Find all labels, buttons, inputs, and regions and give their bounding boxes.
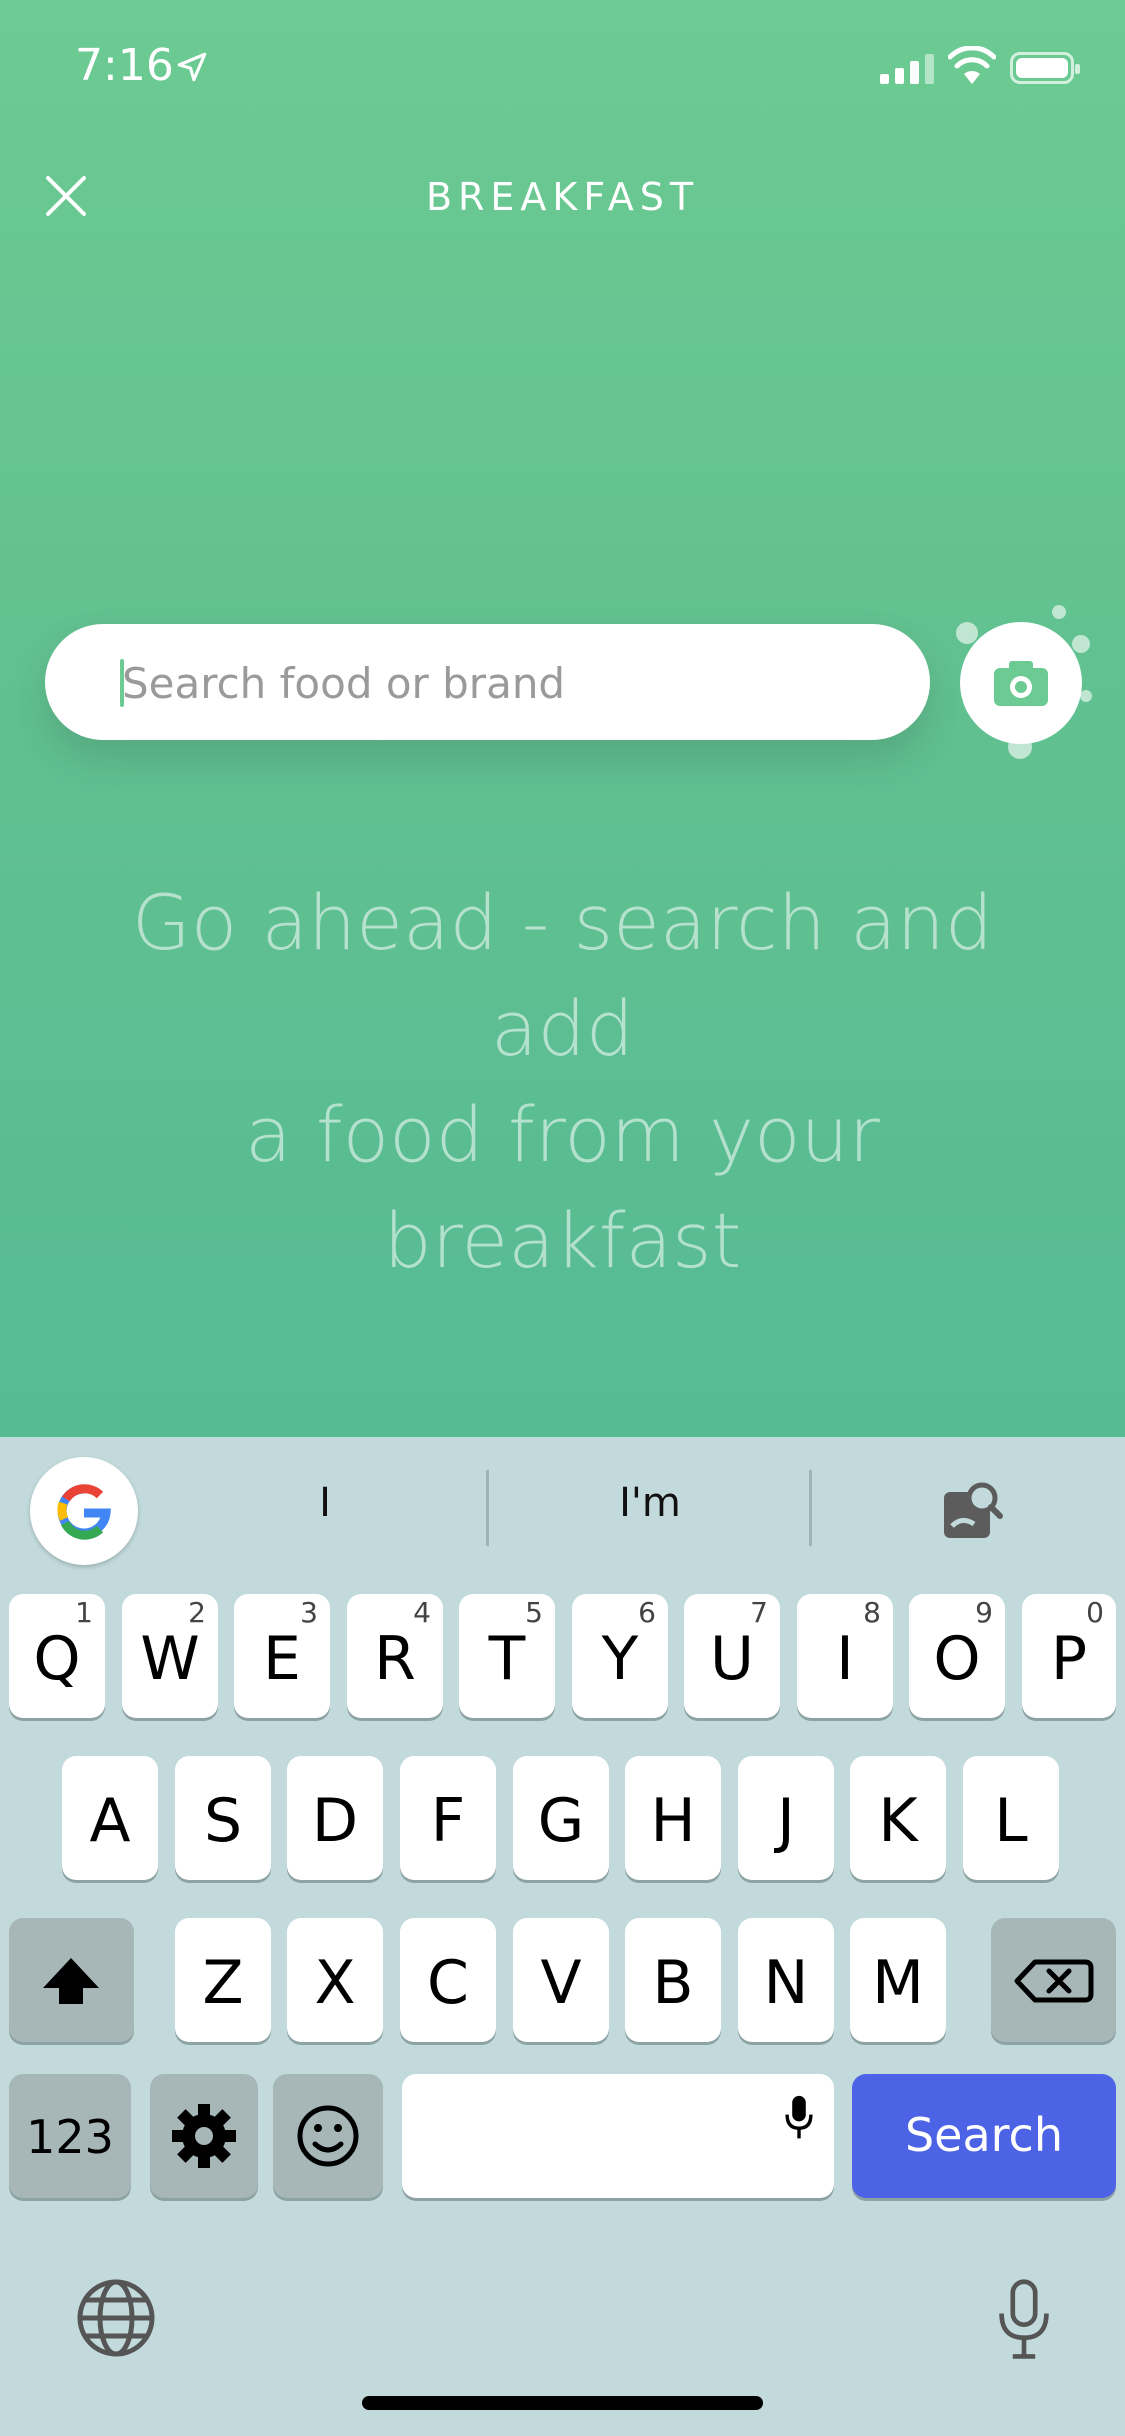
- search-key[interactable]: Search: [852, 2074, 1116, 2198]
- key-g[interactable]: G: [513, 1756, 609, 1880]
- suggestion-divider: [486, 1470, 489, 1546]
- key-label: D: [311, 1786, 359, 1856]
- key-label: X: [314, 1948, 356, 2018]
- key-v[interactable]: V: [513, 1918, 609, 2042]
- backspace-key[interactable]: [991, 1918, 1116, 2042]
- key-label: V: [540, 1948, 582, 2018]
- key-label: O: [933, 1624, 981, 1694]
- key-label: T: [488, 1624, 526, 1694]
- key-s[interactable]: S: [175, 1756, 271, 1880]
- status-time: 7:16: [75, 40, 174, 91]
- key-label: I: [836, 1624, 854, 1694]
- google-icon: [57, 1484, 111, 1540]
- key-label: M: [872, 1948, 924, 2018]
- suggestion-item[interactable]: I'm: [580, 1480, 720, 1526]
- key-p[interactable]: 0P: [1022, 1594, 1116, 1718]
- page-title: BREAKFAST: [425, 175, 700, 219]
- camera-button[interactable]: [960, 622, 1082, 744]
- key-label: P: [1050, 1624, 1088, 1694]
- empty-state-line-1: Go ahead - search and add: [131, 878, 994, 1073]
- key-label: W: [140, 1624, 200, 1694]
- key-label: S: [203, 1786, 243, 1856]
- key-label: H: [650, 1786, 696, 1856]
- visual-search-icon[interactable]: [940, 1478, 1004, 1542]
- key-n[interactable]: N: [738, 1918, 834, 2042]
- key-label: C: [427, 1948, 469, 2018]
- key-label: B: [652, 1948, 694, 2018]
- battery-icon: [1010, 52, 1080, 84]
- key-label: R: [374, 1624, 416, 1694]
- empty-state-line-2: a food from your breakfast: [245, 1090, 880, 1285]
- key-label: N: [763, 1948, 809, 2018]
- key-b[interactable]: B: [625, 1918, 721, 2042]
- home-indicator[interactable]: [362, 2396, 763, 2410]
- key-k[interactable]: K: [850, 1756, 946, 1880]
- settings-key[interactable]: [150, 2074, 258, 2198]
- key-label: E: [263, 1624, 301, 1694]
- key-w[interactable]: 2W: [122, 1594, 218, 1718]
- emoji-icon: [297, 2105, 359, 2167]
- key-a[interactable]: A: [62, 1756, 158, 1880]
- suggestion-divider: [809, 1470, 812, 1546]
- key-label: L: [994, 1786, 1028, 1856]
- shift-key[interactable]: [9, 1918, 134, 2042]
- key-label: Y: [601, 1624, 639, 1694]
- key-label: U: [710, 1624, 754, 1694]
- google-button[interactable]: [30, 1457, 138, 1565]
- key-label: Search: [904, 2108, 1064, 2162]
- globe-icon[interactable]: [76, 2278, 156, 2358]
- key-z[interactable]: Z: [175, 1918, 271, 2042]
- wifi-icon: [948, 46, 996, 84]
- key-h[interactable]: H: [625, 1756, 721, 1880]
- key-c[interactable]: C: [400, 1918, 496, 2042]
- key-label: 123: [26, 2110, 114, 2164]
- emoji-key[interactable]: [273, 2074, 383, 2198]
- key-e[interactable]: 3E: [234, 1594, 330, 1718]
- key-i[interactable]: 8I: [797, 1594, 893, 1718]
- key-label: J: [777, 1786, 795, 1856]
- key-d[interactable]: D: [287, 1756, 383, 1880]
- key-x[interactable]: X: [287, 1918, 383, 2042]
- key-l[interactable]: L: [963, 1756, 1059, 1880]
- key-t[interactable]: 5T: [459, 1594, 555, 1718]
- mic-icon: [785, 2095, 813, 2139]
- key-m[interactable]: M: [850, 1918, 946, 2042]
- app-screen: 7:16 BREAKFAST Go ahead - search and add…: [0, 0, 1125, 1437]
- camera-icon: [994, 661, 1048, 706]
- empty-state-message: Go ahead - search and add a food from yo…: [60, 870, 1065, 1294]
- signal-icon: [880, 50, 934, 84]
- shift-icon: [43, 1958, 99, 2004]
- backspace-icon: [1014, 1959, 1094, 2003]
- suggestion-item[interactable]: I: [280, 1480, 370, 1526]
- key-label: F: [430, 1786, 466, 1856]
- key-label: K: [878, 1786, 918, 1856]
- key-label: Q: [33, 1624, 81, 1694]
- key-o[interactable]: 9O: [909, 1594, 1005, 1718]
- gear-icon: [172, 2104, 236, 2168]
- location-arrow-icon: [177, 52, 207, 82]
- key-f[interactable]: F: [400, 1756, 496, 1880]
- key-q[interactable]: 1Q: [9, 1594, 105, 1718]
- key-j[interactable]: J: [738, 1756, 834, 1880]
- key-label: Z: [202, 1948, 244, 2018]
- key-label: A: [89, 1786, 131, 1856]
- numbers-key[interactable]: 123: [9, 2074, 131, 2198]
- dictation-icon[interactable]: [996, 2278, 1052, 2362]
- key-y[interactable]: 6Y: [572, 1594, 668, 1718]
- search-bar[interactable]: [45, 624, 930, 742]
- text-cursor: [120, 659, 124, 707]
- key-r[interactable]: 4R: [347, 1594, 443, 1718]
- space-key[interactable]: [402, 2074, 834, 2198]
- key-label: G: [537, 1786, 585, 1856]
- key-u[interactable]: 7U: [684, 1594, 780, 1718]
- decorative-bubble: [1052, 605, 1066, 619]
- search-input[interactable]: [120, 624, 904, 742]
